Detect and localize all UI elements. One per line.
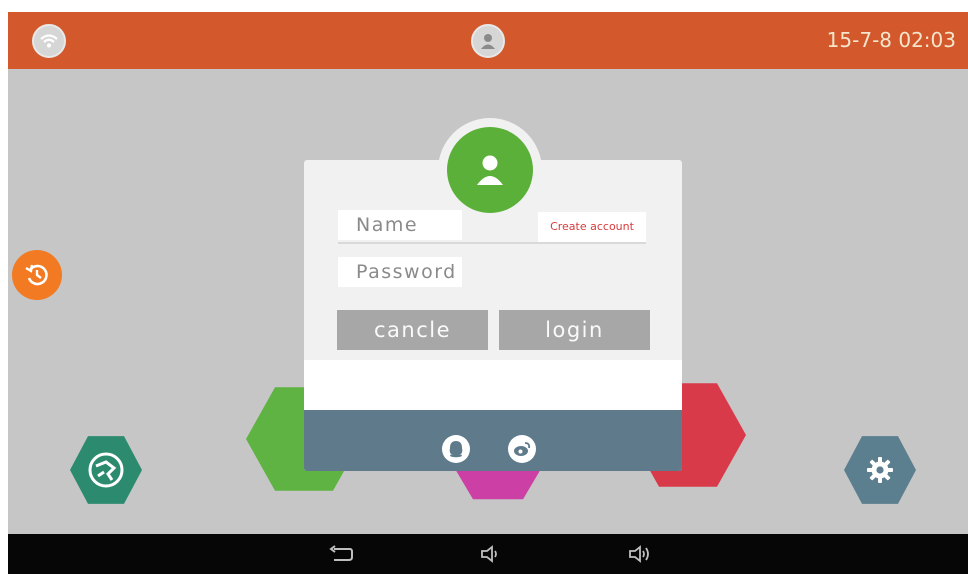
create-account-link[interactable]: Create account — [538, 212, 646, 242]
map-tile[interactable] — [70, 436, 142, 504]
gear-icon — [867, 457, 893, 483]
user-icon — [481, 34, 495, 49]
cancel-button[interactable]: cancle — [337, 310, 488, 350]
password-input[interactable]: Password — [338, 257, 462, 287]
qq-icon — [449, 441, 463, 458]
name-underline — [338, 242, 646, 244]
wifi-icon — [40, 34, 58, 48]
bottom-navigation-bar — [8, 534, 968, 574]
social-login-bar — [304, 410, 682, 471]
back-button[interactable] — [326, 541, 356, 567]
volume-down-icon — [481, 545, 497, 563]
weibo-icon — [514, 442, 531, 456]
map-icon — [88, 452, 124, 488]
login-avatar — [438, 118, 542, 222]
android-screen: 15-7-8 02:03 Name Create account Passwor… — [8, 12, 968, 574]
weibo-login-button[interactable] — [508, 435, 536, 463]
avatar-circle — [447, 127, 533, 213]
datetime-label: 15-7-8 02:03 — [826, 28, 956, 52]
login-dialog: Name Create account Password cancle logi… — [304, 118, 682, 471]
history-button[interactable] — [12, 250, 62, 300]
name-input[interactable]: Name — [338, 210, 462, 240]
history-icon — [25, 264, 48, 286]
dialog-spacer — [304, 360, 682, 410]
volume-down-button[interactable] — [476, 541, 506, 567]
back-icon — [329, 545, 353, 561]
user-button[interactable] — [471, 24, 505, 58]
user-icon — [477, 155, 503, 185]
login-button[interactable]: login — [499, 310, 650, 350]
top-status-bar: 15-7-8 02:03 — [8, 12, 968, 69]
volume-up-icon — [629, 545, 649, 563]
settings-tile[interactable] — [844, 436, 916, 504]
wifi-button[interactable] — [32, 24, 66, 58]
qq-login-button[interactable] — [442, 435, 470, 463]
volume-up-button[interactable] — [626, 541, 656, 567]
